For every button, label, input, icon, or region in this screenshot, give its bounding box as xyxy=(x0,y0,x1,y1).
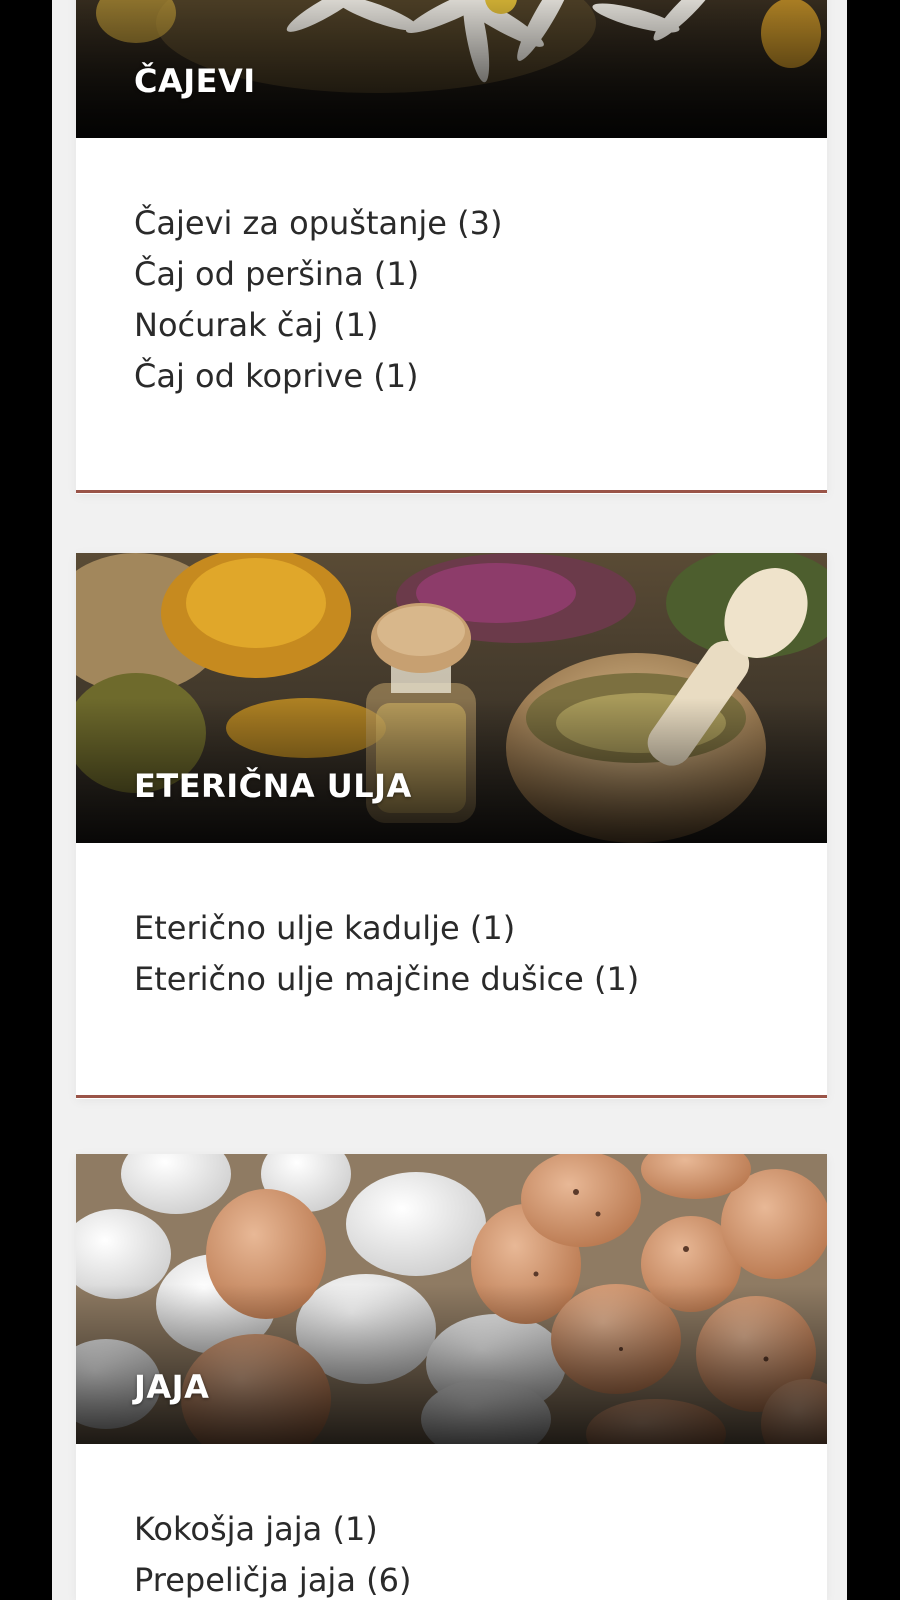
subcategory-list: Eterično ulje kadulje (1) Eterično ulje … xyxy=(76,843,827,998)
category-hero-cajevi[interactable]: ČAJEVI xyxy=(76,0,827,138)
category-card-etericna-ulja: ETERIČNA ULJA Eterično ulje kadulje (1) … xyxy=(76,553,827,1099)
category-card-jaja: JAJA Kokošja jaja (1) Prepeličja jaja (6… xyxy=(76,1154,827,1600)
subcategory-list: Kokošja jaja (1) Prepeličja jaja (6) xyxy=(76,1444,827,1599)
category-title: ETERIČNA ULJA xyxy=(134,767,412,805)
subcategory-link[interactable]: Prepeličja jaja (6) xyxy=(134,1555,769,1600)
card-divider xyxy=(76,1095,827,1098)
subcategory-link[interactable]: Kokošja jaja (1) xyxy=(134,1504,769,1555)
category-hero-etericna-ulja[interactable]: ETERIČNA ULJA xyxy=(76,553,827,843)
subcategory-link[interactable]: Noćurak čaj (1) xyxy=(134,300,769,351)
subcategory-list: Čajevi za opuštanje (3) Čaj od peršina (… xyxy=(76,138,827,395)
category-title: JAJA xyxy=(134,1368,210,1406)
category-card-cajevi: ČAJEVI Čajevi za opuštanje (3) Čaj od pe… xyxy=(76,0,827,494)
category-page: ČAJEVI Čajevi za opuštanje (3) Čaj od pe… xyxy=(52,0,847,1600)
card-divider xyxy=(76,490,827,493)
subcategory-link[interactable]: Eterično ulje majčine dušice (1) xyxy=(134,954,769,1005)
subcategory-link[interactable]: Čaj od peršina (1) xyxy=(134,249,769,300)
category-hero-jaja[interactable]: JAJA xyxy=(76,1154,827,1444)
subcategory-link[interactable]: Čajevi za opuštanje (3) xyxy=(134,198,769,249)
subcategory-link[interactable]: Eterično ulje kadulje (1) xyxy=(134,903,769,954)
category-title: ČAJEVI xyxy=(134,62,256,100)
subcategory-link[interactable]: Čaj od koprive (1) xyxy=(134,351,769,402)
